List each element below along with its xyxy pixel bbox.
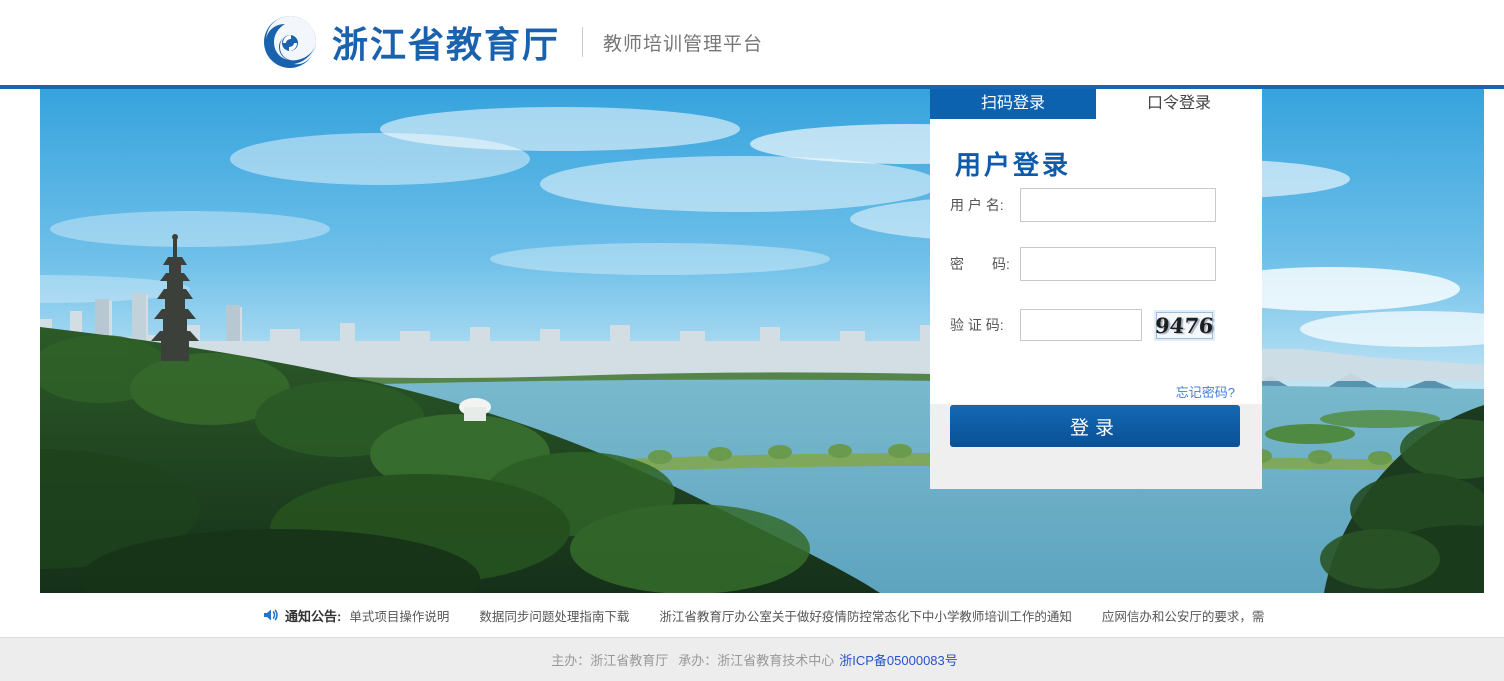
notice-bar: 通知公告: 单式项目操作说明 数据同步问题处理指南下载 浙江省教育厅办公室关于做… bbox=[0, 593, 1504, 637]
notice-item-1[interactable]: 单式项目操作说明 bbox=[349, 606, 449, 625]
footer-host: 主办：浙江省教育厅 bbox=[551, 650, 668, 669]
notice-label: 通知公告: bbox=[285, 606, 341, 625]
tab-password-login[interactable]: 口令登录 bbox=[1096, 89, 1262, 119]
login-panel-footer: 登录 bbox=[930, 404, 1262, 489]
password-label: 密 码: bbox=[950, 254, 1020, 274]
footer-organizer: 承办：浙江省教育技术中心 bbox=[678, 650, 834, 669]
captcha-image[interactable]: 9476 bbox=[1156, 312, 1213, 339]
login-button[interactable]: 登录 bbox=[950, 405, 1240, 447]
notice-marquee: 通知公告: 单式项目操作说明 数据同步问题处理指南下载 浙江省教育厅办公室关于做… bbox=[263, 606, 1265, 625]
platform-title: 教师培训管理平台 bbox=[603, 29, 763, 56]
brand-block: 浙江省教育厅 教师培训管理平台 bbox=[258, 10, 763, 74]
hero-section: 扫码登录 口令登录 用户登录 用 户 名: 密 码: 验 证 码: 9476 忘… bbox=[40, 89, 1484, 593]
forgot-password-link[interactable]: 忘记密码? bbox=[1176, 382, 1235, 401]
page-header: 浙江省教育厅 教师培训管理平台 bbox=[0, 0, 1504, 85]
captcha-value: 9476 bbox=[1154, 313, 1215, 338]
west-lake-hero-image bbox=[40, 89, 1484, 593]
captcha-label: 验 证 码: bbox=[950, 315, 1020, 335]
login-form: 用户登录 用 户 名: 密 码: 验 证 码: 9476 忘记密码? bbox=[930, 119, 1262, 404]
brand-divider bbox=[582, 27, 583, 57]
password-row: 密 码: bbox=[950, 247, 1216, 281]
username-row: 用 户 名: bbox=[950, 188, 1216, 222]
captcha-input[interactable] bbox=[1020, 309, 1142, 341]
username-input[interactable] bbox=[1020, 188, 1216, 222]
icp-license-link[interactable]: 浙ICP备05000083号 bbox=[839, 650, 958, 669]
page-footer: 主办：浙江省教育厅 承办：浙江省教育技术中心 浙ICP备05000083号 bbox=[0, 637, 1504, 681]
notice-item-4[interactable]: 应网信办和公安厅的要求，需要升级 bbox=[1102, 606, 1265, 625]
username-label: 用 户 名: bbox=[950, 195, 1020, 215]
login-tabs: 扫码登录 口令登录 bbox=[930, 89, 1262, 119]
zhejiang-education-logo-icon bbox=[258, 10, 322, 74]
notice-item-3[interactable]: 浙江省教育厅办公室关于做好疫情防控常态化下中小学教师培训工作的通知 bbox=[659, 606, 1072, 625]
speaker-icon bbox=[263, 607, 279, 623]
login-heading: 用户登录 bbox=[955, 145, 1071, 182]
tab-scan-login[interactable]: 扫码登录 bbox=[930, 89, 1096, 119]
password-input[interactable] bbox=[1020, 247, 1216, 281]
login-panel: 扫码登录 口令登录 用户登录 用 户 名: 密 码: 验 证 码: 9476 忘… bbox=[930, 89, 1262, 489]
captcha-row: 验 证 码: 9476 bbox=[950, 309, 1213, 341]
notice-item-2[interactable]: 数据同步问题处理指南下载 bbox=[479, 606, 629, 625]
org-title: 浙江省教育厅 bbox=[332, 16, 560, 68]
